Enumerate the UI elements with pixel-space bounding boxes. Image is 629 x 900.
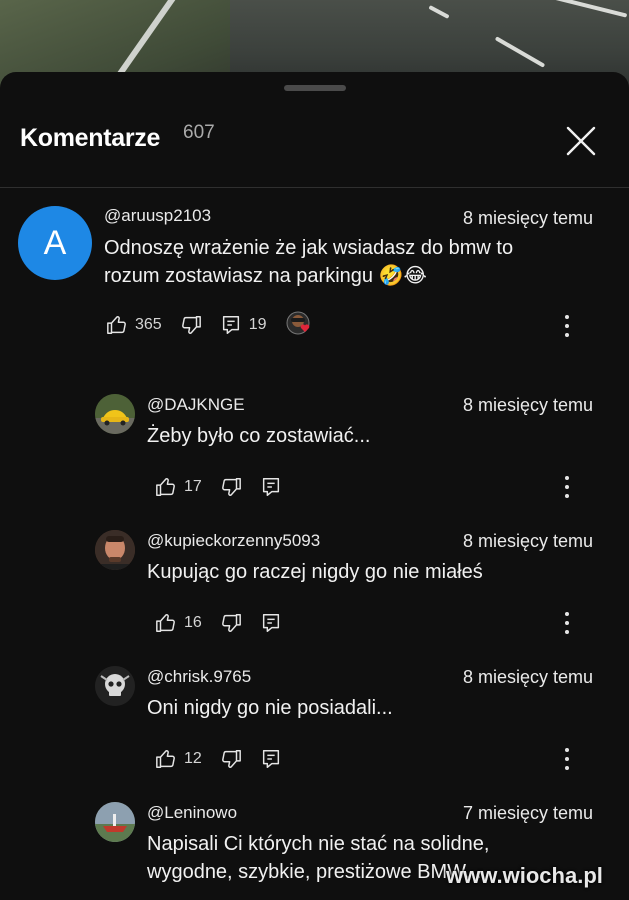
comment-actions: 17 bbox=[155, 472, 300, 502]
avatar[interactable] bbox=[95, 802, 135, 842]
reply-icon bbox=[262, 750, 279, 768]
comment-author[interactable]: @DAJKNGE bbox=[147, 395, 245, 415]
comment-more-button[interactable] bbox=[557, 608, 577, 638]
more-vertical-icon bbox=[565, 494, 569, 498]
car-avatar-image bbox=[95, 394, 135, 434]
more-vertical-icon bbox=[565, 748, 569, 752]
reply-item: @kupieckorzenny5093 8 miesięcy temu Kupu… bbox=[0, 524, 629, 649]
like-button[interactable]: 365 bbox=[106, 314, 162, 336]
comment-actions: 16 bbox=[155, 608, 300, 638]
reply-button[interactable] bbox=[260, 476, 282, 498]
reply-button[interactable]: 19 bbox=[220, 314, 267, 336]
more-vertical-icon bbox=[565, 315, 569, 319]
close-button[interactable] bbox=[560, 120, 602, 162]
comments-title: Komentarze bbox=[20, 124, 161, 152]
dislike-button[interactable] bbox=[220, 476, 242, 498]
skull-avatar-image bbox=[95, 666, 135, 706]
reply-button[interactable] bbox=[260, 748, 282, 770]
thumb-down-icon bbox=[221, 750, 241, 768]
dislike-button[interactable] bbox=[220, 748, 242, 770]
more-vertical-icon bbox=[565, 757, 569, 761]
like-count: 365 bbox=[135, 316, 162, 333]
thumb-down-icon bbox=[221, 614, 241, 632]
reply-button[interactable] bbox=[260, 612, 282, 634]
comment-actions: 12 bbox=[155, 744, 300, 774]
comment-time: 8 miesięcy temu bbox=[462, 208, 593, 228]
reply-item: @chrisk.9765 8 miesięcy temu Oni nigdy g… bbox=[0, 660, 629, 785]
more-vertical-icon bbox=[565, 324, 569, 328]
video-lane-mark bbox=[548, 0, 628, 18]
comment-author[interactable]: @aruusp2103 bbox=[104, 206, 211, 226]
creator-heart-icon bbox=[286, 311, 309, 335]
more-vertical-icon bbox=[565, 333, 569, 337]
more-vertical-icon bbox=[565, 630, 569, 634]
comment-text: Odnoszę wrażenie że jak wsiadasz do bmw … bbox=[104, 237, 514, 287]
like-count: 17 bbox=[184, 478, 202, 495]
avatar[interactable] bbox=[95, 666, 135, 706]
more-vertical-icon bbox=[565, 766, 569, 770]
thumb-up-icon bbox=[107, 316, 126, 334]
comment-author[interactable]: @Leninowo bbox=[147, 803, 237, 823]
comment-time: 8 miesięcy temu bbox=[462, 667, 593, 687]
avatar[interactable]: A bbox=[18, 206, 92, 280]
thumb-down-icon bbox=[181, 316, 201, 334]
comment-author[interactable]: @kupieckorzenny5093 bbox=[147, 531, 320, 551]
comment-more-button[interactable] bbox=[557, 744, 577, 774]
avatar[interactable] bbox=[95, 530, 135, 570]
more-vertical-icon bbox=[565, 485, 569, 489]
reply-icon bbox=[222, 316, 239, 334]
like-button[interactable]: 12 bbox=[155, 748, 202, 770]
dislike-button[interactable] bbox=[180, 314, 202, 336]
header-divider bbox=[0, 187, 629, 188]
reply-item: @DAJKNGE 8 miesięcy temu Żeby było co zo… bbox=[0, 388, 629, 513]
boat-avatar-image bbox=[95, 802, 135, 842]
reply-count: 19 bbox=[248, 316, 267, 333]
comment-author[interactable]: @chrisk.9765 bbox=[147, 667, 251, 687]
more-vertical-icon bbox=[565, 612, 569, 616]
like-button[interactable]: 17 bbox=[155, 476, 202, 498]
like-button[interactable]: 16 bbox=[155, 612, 202, 634]
like-count: 16 bbox=[184, 614, 202, 631]
comment-text: Kupując go raczej nigdy go nie miałeś bbox=[147, 561, 483, 583]
comment-text: Oni nigdy go nie posiadali... bbox=[147, 697, 393, 719]
avatar-letter: A bbox=[43, 223, 67, 262]
thumb-up-icon bbox=[156, 614, 175, 632]
reply-icon bbox=[262, 614, 279, 632]
comments-count: 607 bbox=[183, 122, 215, 143]
close-icon bbox=[566, 126, 596, 156]
more-vertical-icon bbox=[565, 621, 569, 625]
creator-heart-badge bbox=[285, 310, 315, 340]
thumb-up-icon bbox=[156, 750, 175, 768]
comment-more-button[interactable] bbox=[557, 311, 577, 341]
person-avatar-image bbox=[95, 530, 135, 570]
comment-more-button[interactable] bbox=[557, 472, 577, 502]
thumb-up-icon bbox=[156, 478, 175, 496]
comment-thread-item: A @aruusp2103 8 miesięcy temu Odnoszę wr… bbox=[0, 200, 629, 350]
comment-time: 8 miesięcy temu bbox=[462, 531, 593, 551]
dislike-button[interactable] bbox=[220, 612, 242, 634]
like-count: 12 bbox=[184, 750, 202, 767]
reply-icon bbox=[262, 478, 279, 496]
avatar[interactable] bbox=[95, 394, 135, 434]
comment-text: Żeby było co zostawiać... bbox=[147, 425, 371, 447]
comment-time: 8 miesięcy temu bbox=[462, 395, 593, 415]
more-vertical-icon bbox=[565, 476, 569, 480]
comment-time: 7 miesięcy temu bbox=[462, 803, 593, 823]
video-lane-mark bbox=[428, 5, 450, 19]
watermark: www.wiocha.pl bbox=[446, 863, 603, 888]
video-lane-mark bbox=[494, 36, 546, 68]
drag-handle[interactable] bbox=[284, 85, 346, 91]
thumb-down-icon bbox=[221, 478, 241, 496]
comment-actions: 365 19 bbox=[106, 310, 333, 340]
